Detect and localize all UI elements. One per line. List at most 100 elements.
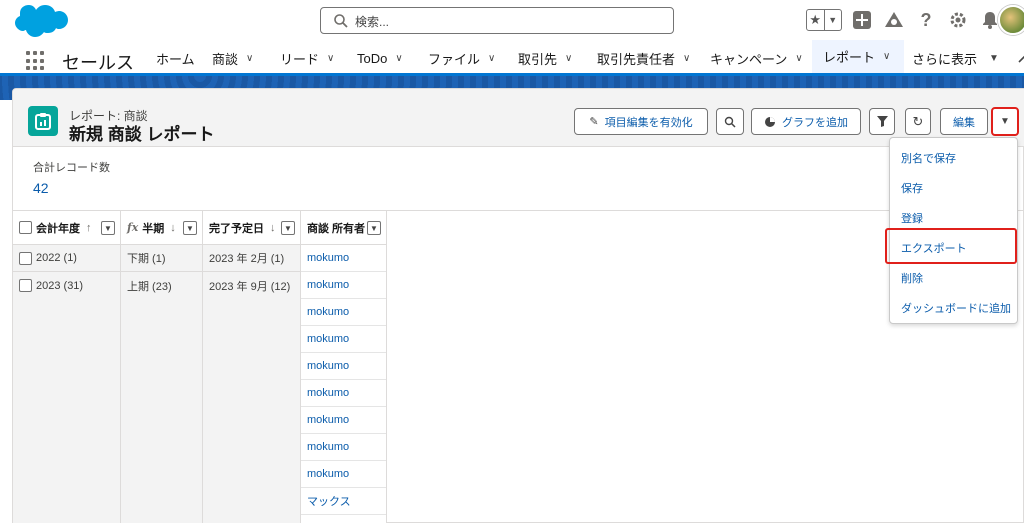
add-chart-button[interactable]: グラフを追加 xyxy=(751,108,861,135)
chart-icon xyxy=(765,116,775,127)
export-highlight xyxy=(885,228,1017,264)
owner-link[interactable]: mokumo xyxy=(301,407,386,434)
owner-link[interactable]: mokumo xyxy=(301,353,386,380)
column-menu-icon[interactable]: ▼ xyxy=(367,221,381,235)
nav-item-reports[interactable]: レポート ∨ xyxy=(812,40,904,76)
group-cell: 下期 (1) xyxy=(121,245,202,272)
favorites-button[interactable]: ★ ▼ xyxy=(806,9,842,31)
sort-ascending-icon[interactable]: ↑ xyxy=(86,222,92,234)
group-value: 2022 (1) xyxy=(36,252,77,264)
salesforce-logo[interactable] xyxy=(14,4,68,38)
chevron-down-icon[interactable]: ∨ xyxy=(795,53,802,64)
menu-item-subscribe[interactable]: 登録 xyxy=(901,210,923,226)
owner-link[interactable]: mokumo xyxy=(301,380,386,407)
owner-link[interactable]: mokumo xyxy=(301,272,386,299)
edit-button[interactable]: 編集 xyxy=(940,108,988,135)
header-label: 完了予定日 xyxy=(209,222,264,235)
report-header: レポート: 商談 新規 商談 レポート ✎ 項目編集を有効化 グラフを追加 ↻ … xyxy=(13,89,1024,147)
row-checkbox[interactable] xyxy=(19,279,32,292)
menu-item-add-to-dashboard[interactable]: ダッシュボードに追加 xyxy=(901,300,1011,316)
owner-link[interactable]: mokumo xyxy=(301,326,386,353)
group-value: 2023 (31) xyxy=(36,279,84,292)
row-checkbox[interactable] xyxy=(19,251,32,265)
menu-item-save-as[interactable]: 別名で保存 xyxy=(901,150,956,166)
nav-item-accounts[interactable]: 取引先 ∨ xyxy=(518,40,572,76)
group-row: 2022 (1) xyxy=(13,245,120,272)
group-cell: 2023 年 2月 (1) xyxy=(203,245,300,272)
page-title: 新規 商談 レポート xyxy=(69,125,215,144)
report-table: 会計年度 ↑ ▼ 2022 (1) 2023 (31) fx 半期 ↓ ▼ 下期… xyxy=(13,210,1024,523)
select-all-checkbox[interactable] xyxy=(19,221,32,234)
owner-link[interactable]: mokumo xyxy=(301,461,386,488)
header-utility-icons: ★ ▼ ? xyxy=(806,8,1002,32)
nav-item-label: キャンペーン xyxy=(710,51,788,67)
report-card: レポート: 商談 新規 商談 レポート ✎ 項目編集を有効化 グラフを追加 ↻ … xyxy=(12,88,1024,523)
nav-item-label: 取引先責任者 xyxy=(597,51,676,67)
column-header-owner[interactable]: 商談 所有者 ▼ xyxy=(301,211,386,245)
owner-link[interactable]: mokumo xyxy=(301,515,386,523)
app-nav-bar: セールス ホーム 商談 ∨ リード ∨ ToDo ∨ ファイル ∨ 取引先 ∨ … xyxy=(0,40,1024,76)
sort-descending-icon[interactable]: ↓ xyxy=(270,222,276,234)
plus-icon[interactable] xyxy=(850,8,874,32)
sort-descending-icon[interactable]: ↓ xyxy=(170,222,176,234)
column-menu-icon[interactable]: ▼ xyxy=(101,221,115,235)
more-actions-button[interactable]: ▼ xyxy=(991,107,1019,136)
trailhead-icon[interactable] xyxy=(882,8,906,32)
chevron-down-icon[interactable]: ∨ xyxy=(327,53,334,64)
refresh-button[interactable]: ↻ xyxy=(905,108,931,135)
avatar[interactable] xyxy=(998,5,1024,35)
column-header-close-date[interactable]: 完了予定日 ↓ ▼ xyxy=(203,211,300,245)
owner-link[interactable]: mokumo xyxy=(301,299,386,326)
search-icon xyxy=(334,14,348,28)
column-header-fiscal-year[interactable]: 会計年度 ↑ ▼ xyxy=(13,211,120,245)
app-launcher-icon[interactable] xyxy=(26,51,46,71)
menu-item-delete[interactable]: 削除 xyxy=(901,270,923,286)
inline-edit-button[interactable]: ✎ 項目編集を有効化 xyxy=(574,108,708,135)
column-menu-icon[interactable]: ▼ xyxy=(281,221,295,235)
nav-item-leads[interactable]: リード ∨ xyxy=(280,40,334,76)
chevron-down-icon[interactable]: ∨ xyxy=(565,53,572,64)
owner-column: 商談 所有者 ▼ mokumo mokumo mokumo mokumo mok… xyxy=(301,211,387,523)
edit-label: 編集 xyxy=(953,116,975,129)
nav-item-label: レポート xyxy=(823,50,876,65)
pencil-icon: ✎ xyxy=(589,116,599,128)
nav-item-files[interactable]: ファイル ∨ xyxy=(428,40,495,76)
header-label: 商談 所有者 xyxy=(307,222,366,235)
nav-item-more[interactable]: さらに表示 ▼ xyxy=(912,40,999,76)
column-header-half[interactable]: fx 半期 ↓ ▼ xyxy=(121,211,202,245)
pencil-icon[interactable] xyxy=(1018,53,1024,63)
nav-item-contacts[interactable]: 取引先責任者 ∨ xyxy=(597,40,690,76)
search-report-button[interactable] xyxy=(716,108,744,135)
nav-item-campaigns[interactable]: キャンペーン ∨ xyxy=(710,40,803,76)
chevron-down-icon[interactable]: ∨ xyxy=(883,51,890,62)
help-icon[interactable]: ? xyxy=(914,8,938,32)
nav-item-todo[interactable]: ToDo ∨ xyxy=(357,40,403,76)
nav-item-label: ホーム xyxy=(156,51,195,67)
global-search-input[interactable]: 検索... xyxy=(320,7,674,34)
star-icon[interactable]: ★ xyxy=(807,10,824,30)
nav-item-home[interactable]: ホーム xyxy=(156,40,195,76)
owner-link[interactable]: マックス xyxy=(301,488,386,515)
report-icon xyxy=(28,106,58,136)
chevron-down-icon[interactable]: ▼ xyxy=(823,10,842,30)
nav-item-label: 取引先 xyxy=(518,51,558,67)
nav-item-label: 商談 xyxy=(212,51,239,67)
group-row: 2023 (31) xyxy=(13,272,120,299)
owner-link[interactable]: mokumo xyxy=(301,245,386,272)
group-cell: 2023 年 9月 (12) xyxy=(209,280,291,293)
chevron-down-icon[interactable]: ∨ xyxy=(683,53,690,64)
menu-item-save[interactable]: 保存 xyxy=(901,180,923,196)
nav-item-opportunities[interactable]: 商談 ∨ xyxy=(212,40,253,76)
owner-link[interactable]: mokumo xyxy=(301,434,386,461)
chevron-down-icon[interactable]: ∨ xyxy=(488,53,495,64)
chevron-down-icon[interactable]: ∨ xyxy=(395,53,402,64)
search-icon xyxy=(724,116,736,128)
filter-button[interactable] xyxy=(869,108,895,135)
gear-icon[interactable] xyxy=(946,8,970,32)
search-placeholder: 検索... xyxy=(355,15,390,29)
column-menu-icon[interactable]: ▼ xyxy=(183,221,197,235)
inline-edit-label: 項目編集を有効化 xyxy=(604,116,693,129)
group-cell: 上期 (23) xyxy=(127,280,172,293)
caret-down-icon[interactable]: ▼ xyxy=(989,53,999,64)
chevron-down-icon[interactable]: ∨ xyxy=(246,53,253,64)
